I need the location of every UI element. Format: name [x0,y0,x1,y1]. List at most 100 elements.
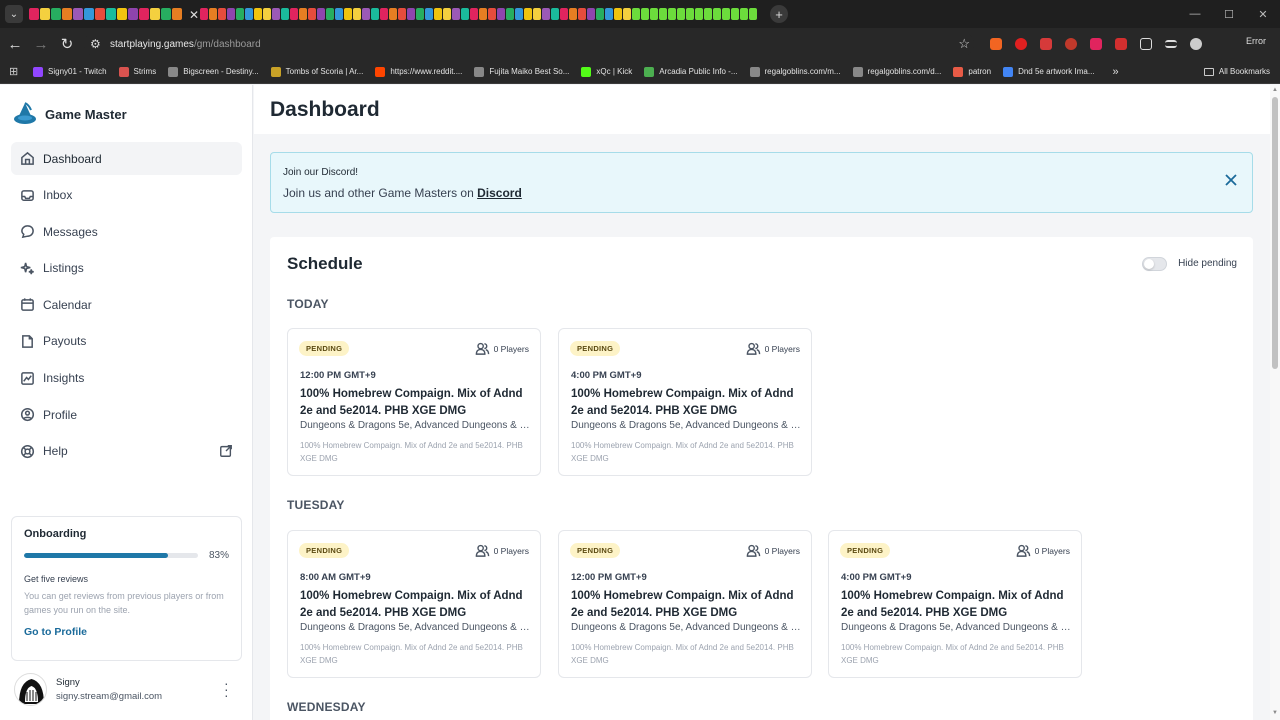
user-account[interactable]: Signy signy.stream@gmail.com · · · [14,672,240,706]
pinned-tab-favicon-icon[interactable] [623,8,631,20]
pinned-tab-favicon-icon[interactable] [95,8,105,20]
pinned-tab-favicon-icon[interactable] [398,8,406,20]
pinned-tab-favicon-icon[interactable] [560,8,568,20]
all-bookmarks-button[interactable]: All Bookmarks [1203,67,1270,76]
pinned-tab-favicon-icon[interactable] [452,8,460,20]
pinned-tab-favicon-icon[interactable] [272,8,280,20]
pinned-tab-favicon-icon[interactable] [117,8,127,20]
game-card[interactable]: PENDING 0 Players 8:00 AM GMT+9 100% Homebr… [287,530,541,678]
user-menu-kebab-icon[interactable]: · · · [224,676,229,702]
scroll-up-arrow-icon[interactable]: ▲ [1271,87,1279,95]
sidebar-item-insights[interactable]: Insights [11,362,242,395]
page-scrollbar[interactable]: ▲ ▼ [1270,85,1280,720]
pinned-tab-favicon-icon[interactable] [326,8,334,20]
pinned-tab-favicon-icon[interactable] [569,8,577,20]
bookmark-item[interactable]: Signy01 - Twitch [33,66,107,77]
profile-icon[interactable] [1190,38,1202,50]
apps-grid-icon[interactable]: ⊞ [9,66,19,77]
sidebar-item-profile[interactable]: Profile [11,398,242,431]
pinned-tab-favicon-icon[interactable] [299,8,307,20]
scroll-down-arrow-icon[interactable]: ▼ [1271,710,1279,718]
go-to-profile-link[interactable]: Go to Profile [24,626,229,638]
bookmark-item[interactable]: https://www.reddit.... [375,66,462,77]
game-card[interactable]: PENDING 0 Players 12:00 PM GMT+9 100% Homeb… [558,530,812,678]
pinned-tab-favicon-icon[interactable] [740,8,748,20]
game-card[interactable]: PENDING 0 Players 4:00 PM GMT+9 100% Homebr… [558,328,812,476]
pinned-tab-favicon-icon[interactable] [380,8,388,20]
sidebar-item-listings[interactable]: Listings [11,252,242,285]
pinned-tab-favicon-icon[interactable] [695,8,703,20]
maximize-button[interactable]: ☐ [1212,0,1246,28]
reading-list-icon[interactable] [1165,40,1177,48]
bookmark-item[interactable]: regalgoblins.com/d... [852,66,941,77]
extension-icon[interactable] [1015,38,1027,50]
pinned-tab-favicon-icon[interactable] [749,8,757,20]
pinned-tab-favicon-icon[interactable] [506,8,514,20]
pinned-tab-favicon-icon[interactable] [632,8,640,20]
pinned-tab-favicon-icon[interactable] [106,8,116,20]
pinned-tab-favicon-icon[interactable] [470,8,478,20]
pinned-tab-favicon-icon[interactable] [371,8,379,20]
pinned-tab-favicon-icon[interactable] [605,8,613,20]
pinned-tab-favicon-icon[interactable] [641,8,649,20]
extension-icon[interactable] [1115,38,1127,50]
pinned-tab-favicon-icon[interactable] [29,8,39,20]
bookmark-item[interactable]: Strims [118,66,156,77]
pinned-tab-favicon-icon[interactable] [515,8,523,20]
reload-button[interactable]: ↻ [54,31,80,57]
pinned-tab-favicon-icon[interactable] [461,8,469,20]
pinned-tab-favicon-icon[interactable] [659,8,667,20]
pinned-tab-favicon-icon[interactable] [128,8,138,20]
bookmark-item[interactable]: Tombs of Scoria | Ar... [270,66,363,77]
tab-search-button[interactable]: ⌄ [5,5,23,23]
pinned-tab-favicon-icon[interactable] [150,8,160,20]
bookmark-item[interactable]: xQc | Kick [581,66,632,77]
pinned-tab-favicon-icon[interactable] [263,8,271,20]
pinned-tab-favicon-icon[interactable] [578,8,586,20]
back-button[interactable]: ← [2,31,28,57]
new-tab-button[interactable]: + [770,5,788,23]
pinned-tab-favicon-icon[interactable] [416,8,424,20]
sidebar-item-payouts[interactable]: Payouts [11,325,242,358]
bookmark-item[interactable]: Fujita Maiko Best So... [474,66,569,77]
pinned-tab-favicon-icon[interactable] [425,8,433,20]
pinned-tab-favicon-icon[interactable] [551,8,559,20]
pinned-tab-favicon-icon[interactable] [686,8,694,20]
bookmark-item[interactable]: Dnd 5e artwork Ima... [1003,66,1095,77]
external-link-icon[interactable] [219,444,233,458]
pinned-tab-favicon-icon[interactable] [236,8,244,20]
pinned-tab-favicon-icon[interactable] [524,8,532,20]
scrollbar-thumb[interactable] [1272,97,1278,369]
pinned-tab-favicon-icon[interactable] [73,8,83,20]
pinned-tab-favicon-icon[interactable] [407,8,415,20]
bookmark-item[interactable]: Arcadia Public Info -... [644,66,738,77]
pinned-tab-favicon-icon[interactable] [227,8,235,20]
pinned-tab-favicon-icon[interactable] [139,8,149,20]
forward-button[interactable]: → [28,31,54,57]
pinned-tab-favicon-icon[interactable] [290,8,298,20]
game-card[interactable]: PENDING 0 Players 12:00 PM GMT+9 100% Homeb… [287,328,541,476]
bookmark-item[interactable]: regalgoblins.com/m... [749,66,841,77]
close-tab-icon[interactable]: ✕ [189,8,199,22]
pinned-tab-favicon-icon[interactable] [281,8,289,20]
pinned-tab-favicon-icon[interactable] [353,8,361,20]
minimize-button[interactable]: — [1178,0,1212,28]
close-icon[interactable] [1224,173,1238,187]
pinned-tab-favicon-icon[interactable] [344,8,352,20]
pinned-tab-favicon-icon[interactable] [713,8,721,20]
pinned-tab-favicon-icon[interactable] [650,8,658,20]
pinned-tab-favicon-icon[interactable] [254,8,262,20]
more-bookmarks-chevron-icon[interactable]: » [1113,66,1119,78]
pinned-tab-favicon-icon[interactable] [209,8,217,20]
sidebar-item-help[interactable]: Help [11,435,242,468]
pinned-tab-favicon-icon[interactable] [335,8,343,20]
discord-link[interactable]: Discord [477,186,522,200]
pinned-tab-favicon-icon[interactable] [40,8,50,20]
pinned-tab-favicon-icon[interactable] [479,8,487,20]
brand[interactable]: Game Master [12,101,127,127]
sidebar-item-inbox[interactable]: Inbox [11,179,242,212]
pinned-tab-favicon-icon[interactable] [62,8,72,20]
pinned-tab-favicon-icon[interactable] [389,8,397,20]
pinned-tab-favicon-icon[interactable] [362,8,370,20]
game-card[interactable]: PENDING 0 Players 4:00 PM GMT+9 100% Homebr… [828,530,1082,678]
